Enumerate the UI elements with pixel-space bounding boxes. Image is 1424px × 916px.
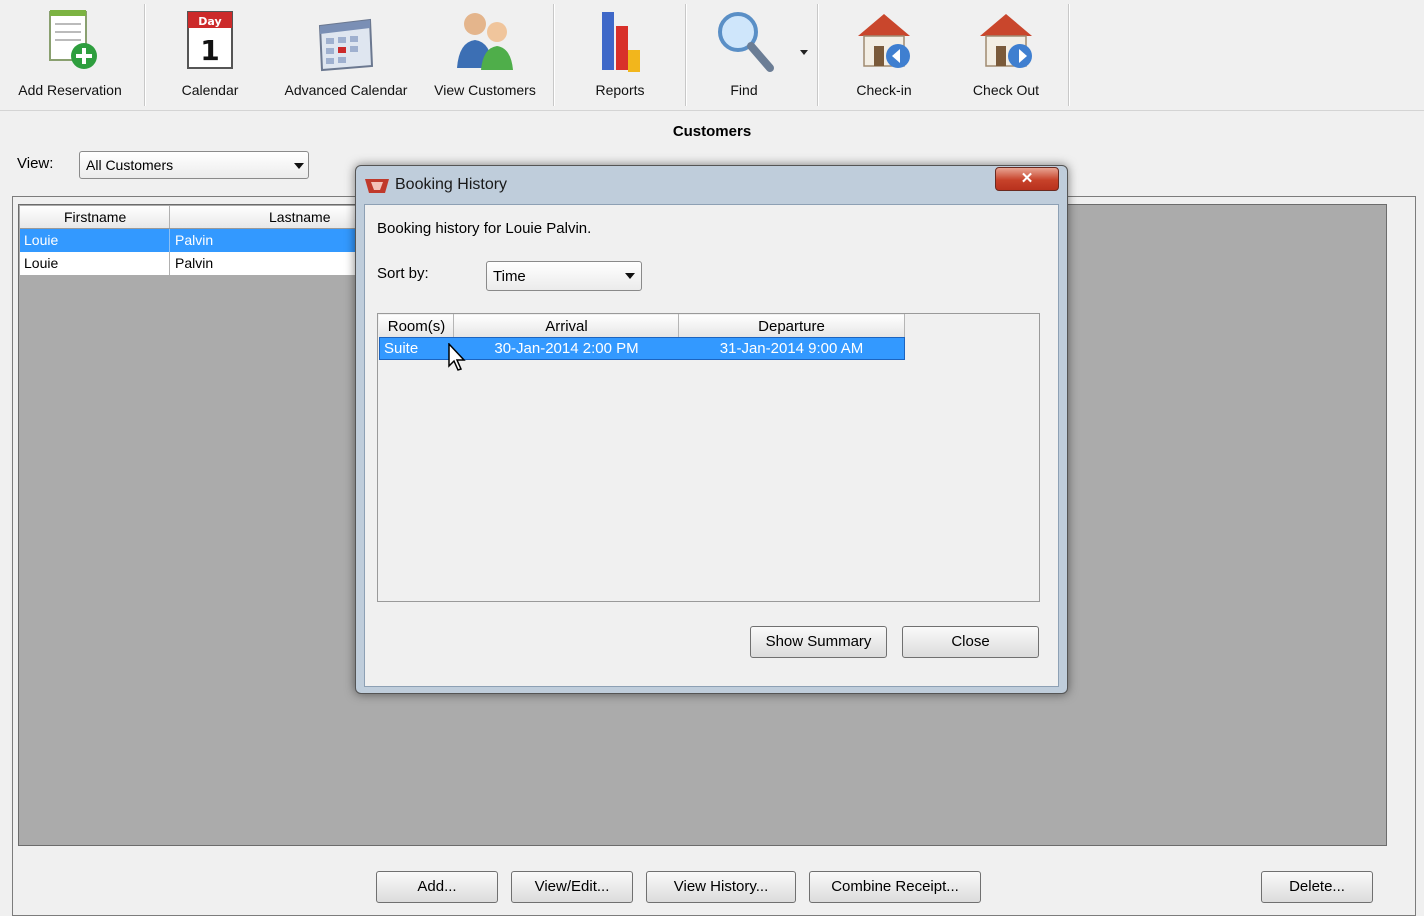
- view-select[interactable]: All Customers: [79, 151, 309, 179]
- toolbar-separator: [685, 4, 687, 106]
- booking-history-description: Booking history for Louie Palvin.: [377, 220, 592, 237]
- cell-arrival: 30-Jan-2014 2:00 PM: [494, 340, 639, 357]
- toolbar-separator: [553, 4, 555, 106]
- find-dropdown-arrow-icon[interactable]: [800, 50, 808, 55]
- toolbar-label: Reports: [595, 82, 645, 98]
- toolbar-separator: [144, 4, 146, 106]
- view-history-button[interactable]: View History...: [646, 871, 796, 903]
- customers-icon: [457, 13, 513, 70]
- cell-firstname: Louie: [24, 232, 59, 248]
- check-out-button[interactable]: Check Out: [956, 0, 1056, 108]
- add-button[interactable]: Add...: [376, 871, 498, 903]
- toolbar-label: View Customers: [434, 82, 536, 98]
- toolbar-label: Find: [730, 82, 758, 98]
- chevron-down-icon: [625, 273, 635, 279]
- table-row[interactable]: Louie Palvin: [20, 229, 360, 252]
- chevron-down-icon: [294, 163, 304, 169]
- calendar-icon: Day 1: [187, 11, 233, 69]
- toolbar-label: Check-in: [856, 82, 912, 98]
- add-reservation-button[interactable]: Add Reservation: [6, 0, 134, 108]
- toolbar-label: Add Reservation: [18, 82, 122, 98]
- column-divider: [169, 206, 170, 228]
- column-header-rooms[interactable]: Room(s): [379, 318, 454, 335]
- sort-by-label: Sort by:: [377, 265, 429, 282]
- toolbar-label: Advanced Calendar: [284, 82, 408, 98]
- advanced-calendar-button[interactable]: Advanced Calendar: [276, 0, 416, 108]
- booking-history-header: Room(s) Arrival Departure: [379, 315, 905, 338]
- booking-history-table[interactable]: Room(s) Arrival Departure Suite 30-Jan-2…: [377, 313, 1040, 602]
- sort-by-value: Time: [493, 268, 526, 285]
- cell-departure: 31-Jan-2014 9:00 AM: [719, 340, 864, 357]
- page-title: Customers: [672, 123, 752, 140]
- toolbar-separator: [817, 4, 819, 106]
- view-edit-button[interactable]: View/Edit...: [511, 871, 633, 903]
- cell-room: Suite: [384, 340, 419, 357]
- table-row[interactable]: Louie Palvin: [20, 252, 360, 275]
- show-summary-button[interactable]: Show Summary: [750, 626, 887, 658]
- mouse-cursor-icon: [448, 343, 466, 371]
- view-select-value: All Customers: [86, 157, 174, 173]
- close-button[interactable]: Close: [902, 626, 1039, 658]
- checkout-house-icon: [980, 14, 1032, 68]
- check-in-button[interactable]: Check-in: [834, 0, 934, 108]
- column-divider: [169, 252, 170, 275]
- find-button[interactable]: Find: [700, 0, 788, 108]
- toolbar-label: Calendar: [181, 82, 239, 98]
- customers-table: Firstname Lastname Louie Palvin Louie Pa…: [20, 206, 360, 275]
- column-header-lastname[interactable]: Lastname: [269, 209, 330, 225]
- booking-history-dialog: Booking History ✕ Booking history for Lo…: [355, 165, 1068, 694]
- column-divider: [169, 229, 170, 252]
- toolbar-separator: [1068, 4, 1070, 106]
- calendar-button[interactable]: Day 1 Calendar: [160, 0, 260, 108]
- column-header-departure[interactable]: Departure: [679, 318, 904, 335]
- dialog-title: Booking History: [395, 176, 508, 193]
- column-header-firstname[interactable]: Firstname: [64, 209, 126, 225]
- customers-table-header: Firstname Lastname: [20, 206, 360, 229]
- delete-button[interactable]: Delete...: [1261, 871, 1373, 903]
- main-toolbar: Add Reservation Day 1 Calendar Advanced …: [0, 0, 1424, 111]
- calendar-icon-number: 1: [200, 34, 219, 67]
- sort-by-select[interactable]: Time: [486, 261, 642, 291]
- close-icon[interactable]: ✕: [995, 167, 1059, 191]
- toolbar-label: Check Out: [972, 82, 1040, 98]
- add-reservation-icon: [49, 10, 97, 69]
- view-customers-button[interactable]: View Customers: [424, 0, 546, 108]
- column-header-arrival[interactable]: Arrival: [454, 318, 679, 335]
- reports-icon: [602, 12, 640, 72]
- checkin-house-icon: [858, 14, 910, 68]
- combine-receipt-button[interactable]: Combine Receipt...: [809, 871, 981, 903]
- cell-firstname: Louie: [24, 255, 59, 271]
- app-logo-icon: [365, 179, 389, 193]
- cell-lastname: Palvin: [175, 255, 214, 271]
- view-label: View:: [17, 155, 54, 172]
- dialog-body: Booking history for Louie Palvin. Sort b…: [364, 204, 1059, 687]
- magnifier-icon: [718, 12, 774, 72]
- advanced-calendar-icon: [318, 18, 374, 72]
- cell-lastname: Palvin: [175, 232, 214, 248]
- reports-button[interactable]: Reports: [570, 0, 670, 108]
- calendar-icon-day: Day: [198, 15, 221, 28]
